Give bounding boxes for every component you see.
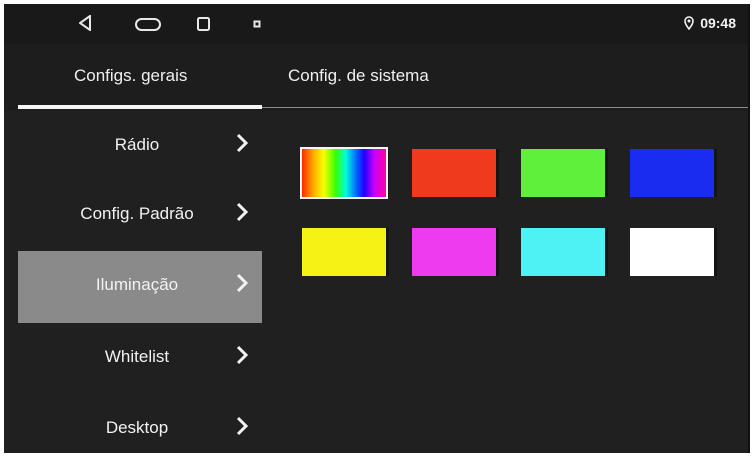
sidebar-item-label: Config. Padrão (80, 204, 194, 223)
location-icon (684, 16, 694, 30)
active-tab-indicator (18, 105, 262, 109)
chevron-right-icon (236, 416, 249, 441)
sidebar-item-label: Desktop (105, 418, 169, 437)
chevron-right-icon (236, 345, 249, 370)
color-swatch-cyan[interactable] (521, 228, 605, 276)
chevron-right-icon (236, 202, 249, 227)
color-swatch-green[interactable] (521, 149, 605, 197)
sidebar-item-label: Iluminação (95, 275, 179, 294)
recent-apps-icon[interactable] (197, 17, 210, 31)
chevron-right-icon (236, 273, 249, 298)
screen: 09:48 Configs. gerais Config. de sistema… (4, 4, 750, 453)
status-right: 09:48 (684, 15, 736, 31)
status-bar: 09:48 (4, 4, 748, 44)
tab-general-settings[interactable]: Configs. gerais (74, 66, 187, 86)
sidebar-item-default-config[interactable]: Config. Padrão (18, 180, 262, 252)
color-swatch-red[interactable] (412, 149, 496, 197)
notification-icon (253, 20, 261, 28)
tab-bar: Configs. gerais Config. de sistema (4, 44, 748, 111)
tab-divider (262, 107, 748, 108)
color-swatch-blue[interactable] (630, 149, 714, 197)
tab-system-settings[interactable]: Config. de sistema (288, 66, 429, 86)
color-grid (262, 111, 748, 453)
sidebar-item-radio[interactable]: Rádio (18, 111, 262, 183)
sidebar-item-whitelist[interactable]: Whitelist (18, 323, 262, 395)
home-icon[interactable] (135, 18, 161, 31)
color-swatch-rainbow[interactable] (300, 147, 388, 199)
sidebar-item-lighting[interactable]: Iluminação (18, 251, 262, 323)
clock: 09:48 (700, 15, 736, 31)
chevron-right-icon (236, 133, 249, 158)
sidebar: Rádio Config. Padrão Iluminação Whitelis… (18, 111, 262, 453)
color-swatch-magenta[interactable] (412, 228, 496, 276)
sidebar-item-desktop[interactable]: Desktop (18, 394, 262, 453)
color-swatch-white[interactable] (630, 228, 714, 276)
sidebar-item-label: Whitelist (104, 347, 170, 366)
sidebar-item-label: Rádio (114, 135, 160, 154)
color-swatch-yellow[interactable] (302, 228, 386, 276)
